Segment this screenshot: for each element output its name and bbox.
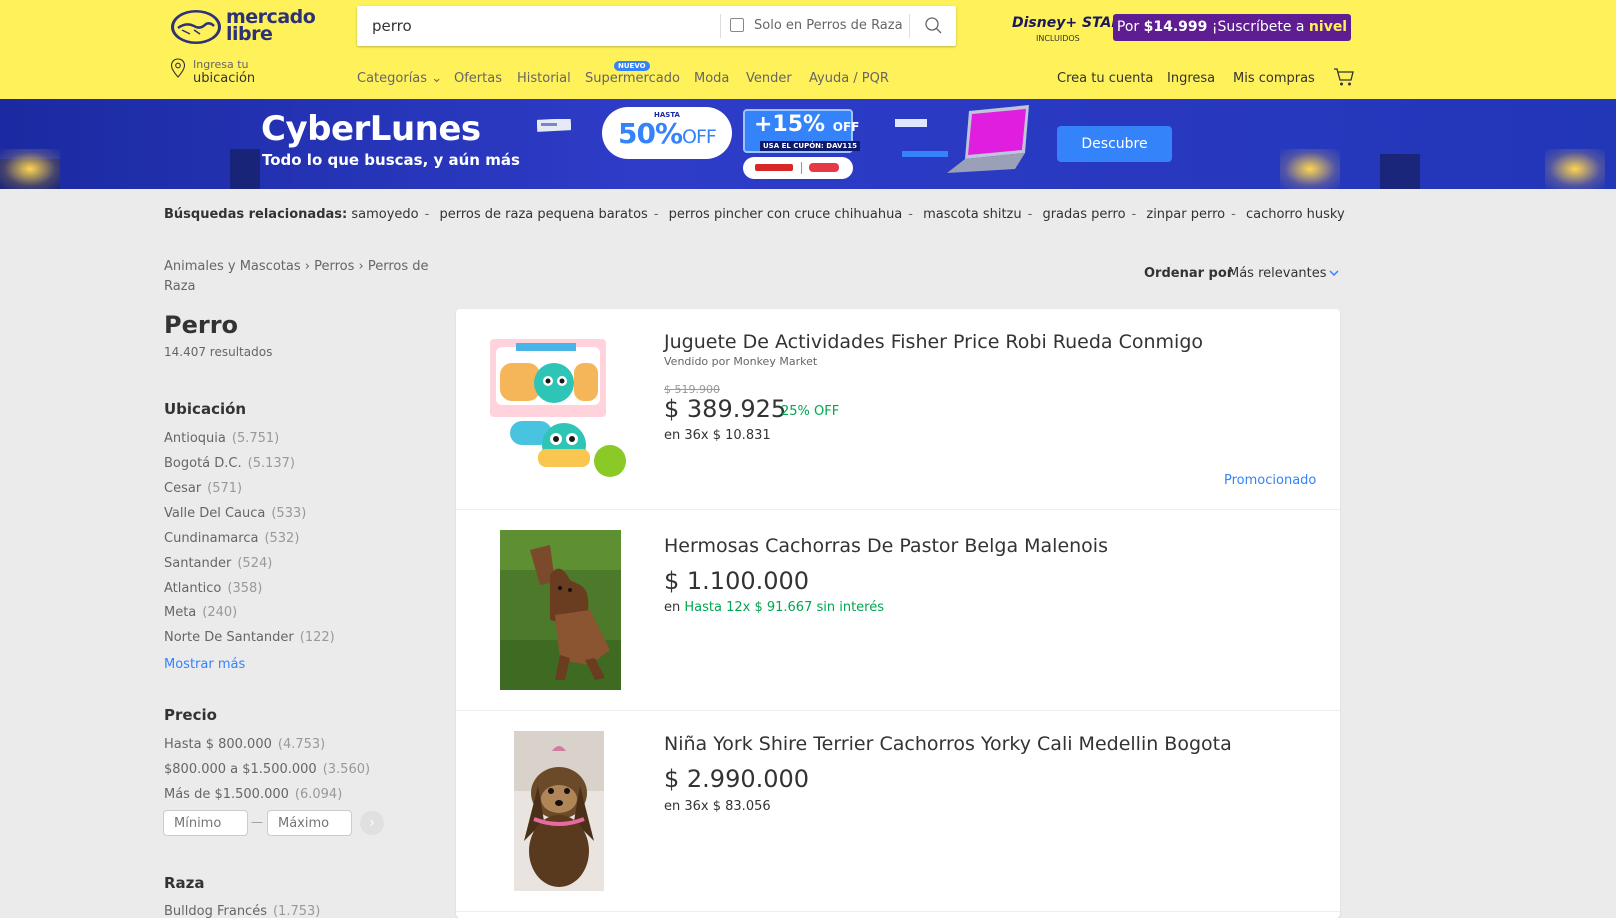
- chevron-down-icon: ⌄: [431, 71, 443, 86]
- filter-item[interactable]: Más de $1.500.000 (6.094): [164, 787, 342, 802]
- list-item[interactable]: Niña York Shire Terrier Cachorros Yorky …: [456, 711, 1340, 912]
- filter-item[interactable]: $800.000 a $1.500.000 (3.560): [164, 762, 370, 777]
- breadcrumb-item[interactable]: Animales y Mascotas: [164, 259, 301, 274]
- nav-moda[interactable]: Moda: [694, 71, 729, 86]
- cyberlunes-banner[interactable]: CyberLunes Todo lo que buscas, y aún más…: [0, 99, 1616, 189]
- product-thumbnail[interactable]: [514, 731, 604, 891]
- related-label: Búsquedas relacionadas:: [164, 207, 348, 222]
- item-title[interactable]: Juguete De Actividades Fisher Price Robi…: [664, 331, 1203, 353]
- filter-checkbox[interactable]: [730, 18, 744, 32]
- banner-title: CyberLunes: [261, 109, 481, 149]
- bank-logos: [743, 157, 853, 179]
- subscribe-button[interactable]: Por $14.999 ¡Suscríbete a nivel 6!: [1113, 14, 1351, 62]
- results-list: Juguete De Actividades Fisher Price Robi…: [456, 309, 1340, 918]
- header: mercado libre Solo en Perros de Raza Dis…: [0, 0, 1616, 99]
- breadcrumb-item[interactable]: Perros: [314, 259, 354, 274]
- related-link[interactable]: samoyedo: [351, 207, 418, 222]
- item-installments: en 36x $ 10.831: [664, 428, 771, 443]
- card-icon: [902, 151, 948, 157]
- descubre-button[interactable]: Descubre: [1057, 126, 1172, 162]
- login-link[interactable]: Ingresa: [1167, 71, 1215, 86]
- related-link[interactable]: gradas perro: [1042, 207, 1125, 222]
- discount-value: 50%OFF: [618, 117, 717, 150]
- nav-historial[interactable]: Historial: [517, 71, 571, 86]
- search-input[interactable]: [372, 6, 712, 46]
- breadcrumb: Animales y Mascotas › Perros › Perros de…: [164, 257, 434, 297]
- price-max-input[interactable]: [267, 810, 352, 836]
- extra-discount-value: +15% OFF: [754, 112, 860, 137]
- location-label-2[interactable]: ubicación: [193, 71, 255, 86]
- filter-title-ubicacion: Ubicación: [164, 400, 247, 418]
- nuevo-badge: NUEVO: [614, 61, 650, 71]
- related-link[interactable]: perros de raza pequena baratos: [439, 207, 647, 222]
- nav-ofertas[interactable]: Ofertas: [454, 71, 502, 86]
- related-searches: Búsquedas relacionadas: samoyedo - perros…: [164, 207, 1345, 222]
- filter-item[interactable]: Bulldog Francés (1.753): [164, 904, 320, 918]
- card-icon: [895, 119, 927, 127]
- filter-title-precio: Precio: [164, 706, 217, 724]
- location-pin-icon[interactable]: [170, 58, 186, 78]
- filter-item[interactable]: Bogotá D.C. (5.137): [164, 456, 295, 471]
- item-discount: 25% OFF: [781, 404, 840, 419]
- related-link[interactable]: cachorro husky: [1246, 207, 1345, 222]
- logo-text: mercado libre: [226, 6, 316, 45]
- page-title: Perro: [164, 311, 239, 339]
- list-item[interactable]: Juguete De Actividades Fisher Price Robi…: [456, 309, 1340, 510]
- results-count: 14.407 resultados: [164, 345, 273, 359]
- filter-item[interactable]: Norte De Santander (122): [164, 630, 335, 645]
- chevron-down-icon[interactable]: [1328, 267, 1340, 279]
- filter-item[interactable]: Antioquia (5.751): [164, 431, 279, 446]
- chevron-right-icon: ›: [304, 259, 315, 274]
- coupon-label: USA EL CUPÓN: DAV115: [760, 141, 861, 151]
- filter-item[interactable]: Santander (524): [164, 556, 272, 571]
- promoted-label: Promocionado: [1224, 473, 1317, 488]
- sort-label: Ordenar por: [1144, 266, 1234, 281]
- related-link[interactable]: perros pincher con cruce chihuahua: [669, 207, 903, 222]
- item-price: $ 389.925: [664, 395, 787, 423]
- search-bar: Solo en Perros de Raza: [357, 6, 956, 46]
- show-more-link[interactable]: Mostrar más: [164, 657, 245, 672]
- item-installments: en Hasta 12x $ 91.667 sin interés: [664, 600, 885, 615]
- laptop-icon: [947, 105, 1029, 173]
- card-icon: [537, 119, 571, 132]
- list-item[interactable]: Hermosas Cachorras De Pastor Belga Malen…: [456, 510, 1340, 711]
- price-apply-button[interactable]: ›: [360, 811, 384, 835]
- product-thumbnail[interactable]: [500, 530, 621, 690]
- sort-dropdown[interactable]: Más relevantes: [1228, 266, 1327, 281]
- filter-item[interactable]: Hasta $ 800.000 (4.753): [164, 737, 325, 752]
- price-min-input[interactable]: [163, 810, 248, 836]
- my-purchases-link[interactable]: Mis compras: [1233, 71, 1315, 86]
- related-link[interactable]: mascota shitzu: [923, 207, 1021, 222]
- item-title[interactable]: Hermosas Cachorras De Pastor Belga Malen…: [664, 535, 1108, 557]
- item-price: $ 2.990.000: [664, 765, 810, 793]
- item-seller: Vendido por Monkey Market: [664, 355, 818, 368]
- filter-item[interactable]: Cundinamarca (532): [164, 531, 299, 546]
- filter-checkbox-label[interactable]: Solo en Perros de Raza: [754, 18, 903, 33]
- chevron-right-icon: ›: [369, 815, 375, 831]
- related-link[interactable]: zinpar perro: [1146, 207, 1225, 222]
- location-label-1[interactable]: Ingresa tu: [193, 58, 249, 71]
- filter-item[interactable]: Atlantico (358): [164, 581, 262, 596]
- nav-categorias[interactable]: Categorías ⌄: [357, 71, 442, 86]
- product-thumbnail[interactable]: [486, 335, 628, 481]
- search-icon[interactable]: [910, 6, 956, 46]
- disney-included: INCLUIDOS: [1036, 34, 1080, 43]
- create-account-link[interactable]: Crea tu cuenta: [1057, 71, 1153, 86]
- price-dash: —: [251, 815, 263, 829]
- nav-supermercado[interactable]: Supermercado: [585, 71, 680, 86]
- filter-item[interactable]: Meta (240): [164, 605, 237, 620]
- nav-ayuda[interactable]: Ayuda / PQR: [809, 71, 889, 86]
- filter-item[interactable]: Cesar (571): [164, 481, 242, 496]
- chevron-right-icon: ›: [358, 259, 368, 274]
- filter-title-raza: Raza: [164, 874, 205, 892]
- item-title[interactable]: Niña York Shire Terrier Cachorros Yorky …: [664, 733, 1232, 755]
- filter-item[interactable]: Valle Del Cauca (533): [164, 506, 306, 521]
- cart-icon[interactable]: [1333, 67, 1355, 87]
- item-installments: en 36x $ 83.056: [664, 799, 771, 814]
- item-price: $ 1.100.000: [664, 567, 810, 595]
- nav-vender[interactable]: Vender: [746, 71, 792, 86]
- banner-subtitle: Todo lo que buscas, y aún más: [262, 151, 520, 169]
